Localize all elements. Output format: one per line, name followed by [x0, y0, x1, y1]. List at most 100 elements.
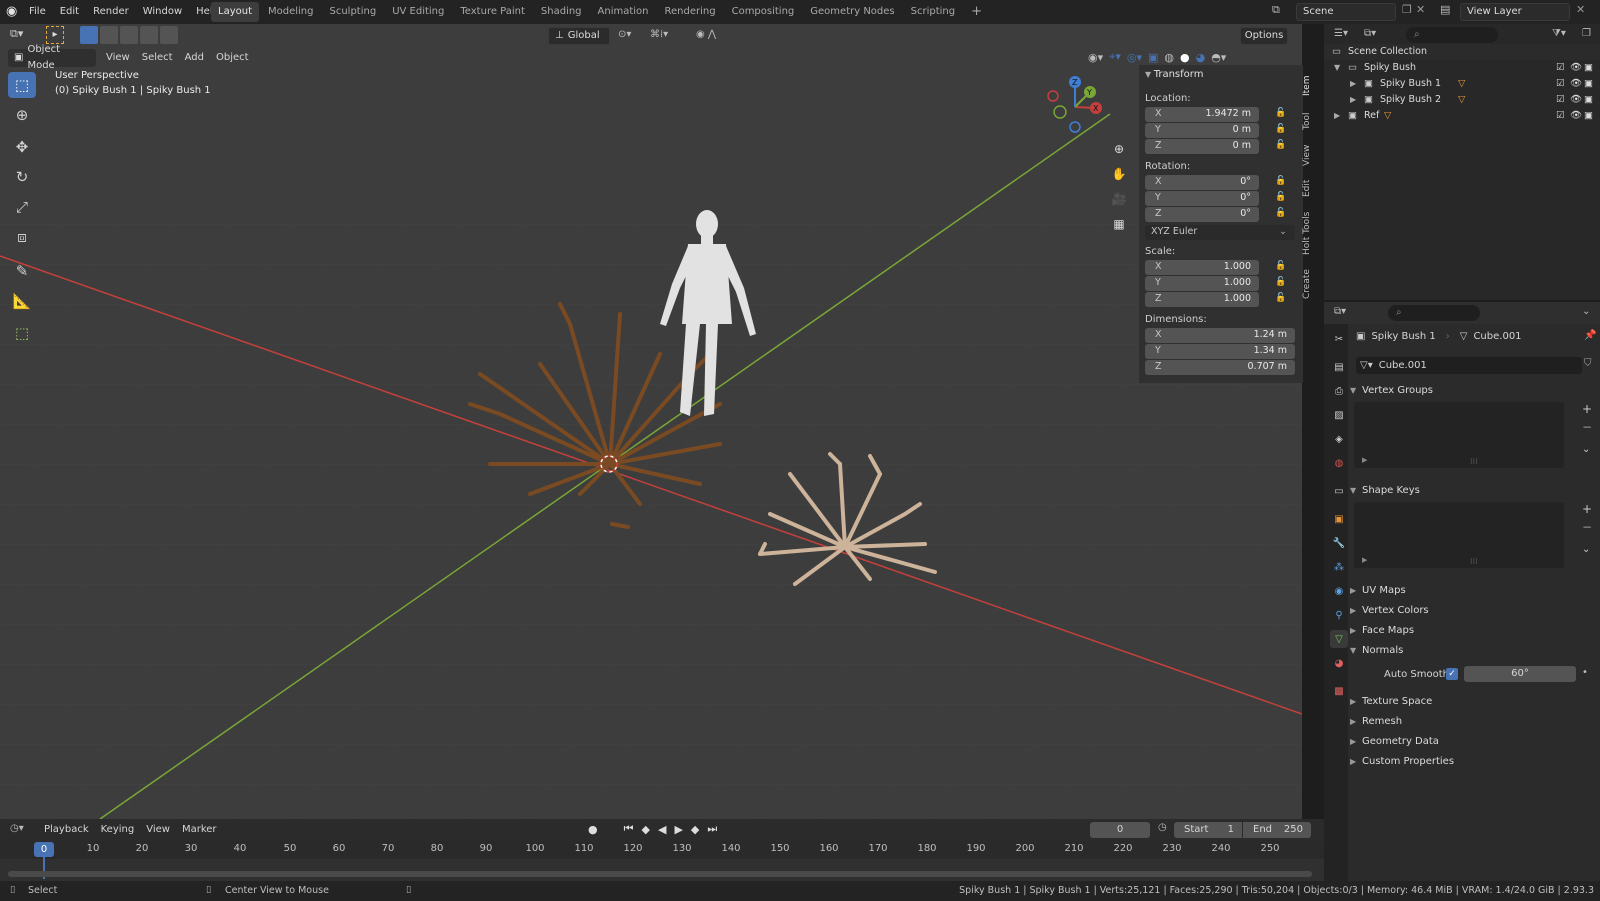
checkbox-icon[interactable]: ☑: [1556, 92, 1565, 108]
select-invert-icon[interactable]: [140, 26, 158, 44]
xray-icon[interactable]: ▣: [1148, 51, 1158, 64]
checkbox-icon[interactable]: ☑: [1556, 76, 1565, 92]
fake-user-shield-icon[interactable]: ⛉: [1584, 358, 1592, 369]
shape-keys-list[interactable]: ▶ ⁝⁝⁝: [1354, 502, 1564, 568]
scale-y-field[interactable]: Y 1.000: [1145, 276, 1259, 291]
viewport-menu-select[interactable]: Select: [136, 49, 179, 67]
wireframe-shading-icon[interactable]: ◍: [1164, 51, 1174, 64]
cursor-tool-icon[interactable]: ⊕: [8, 102, 36, 128]
sidebar-tab-create[interactable]: Create: [1302, 266, 1318, 302]
play-icon[interactable]: ▶: [674, 823, 682, 836]
editor-type-icon[interactable]: ◷▾: [10, 823, 24, 834]
rotation-z-field[interactable]: Z 0°: [1145, 207, 1259, 222]
measure-tool-icon[interactable]: 📐: [8, 288, 36, 314]
remove-vertex-group-button[interactable]: −: [1582, 420, 1592, 434]
scene-name-field[interactable]: Scene: [1296, 3, 1396, 21]
navigation-gizmo[interactable]: X Y Z: [1040, 72, 1110, 142]
expand-arrow-icon[interactable]: ▶: [1362, 556, 1367, 564]
output-tab-icon[interactable]: ⎙: [1330, 382, 1348, 400]
display-mode-icon[interactable]: ⧉▾: [1364, 28, 1376, 39]
mesh-data-icon[interactable]: ▽: [1458, 76, 1465, 92]
viewport-menu-add[interactable]: Add: [179, 49, 210, 67]
3d-viewport[interactable]: ⧉▾ ▸ ⊥ Global ⊙▾ ⌘⁞▾ ◉ ⋀ Options ▣ Object …: [0, 24, 1302, 819]
overlay-toggle-icon[interactable]: ◎▾: [1127, 51, 1142, 64]
lock-icon[interactable]: 🔓: [1275, 277, 1287, 289]
timeline-menu-view[interactable]: View: [140, 821, 176, 839]
mesh-data-icon[interactable]: ▽: [1458, 92, 1465, 108]
scale-z-field[interactable]: Z 1.000: [1145, 292, 1259, 307]
section-custom-properties[interactable]: ▶ Custom Properties: [1350, 753, 1600, 771]
menu-render[interactable]: Render: [86, 0, 136, 24]
eye-icon[interactable]: 👁: [1570, 92, 1582, 108]
remove-shape-key-button[interactable]: −: [1582, 520, 1592, 534]
timeline-area[interactable]: 0 10 20 30 40 50 60 70 80 90 100 110 120…: [0, 841, 1324, 881]
start-frame-field[interactable]: Start 1: [1174, 822, 1242, 838]
lock-icon[interactable]: 🔓: [1275, 140, 1287, 152]
ortho-grid-icon[interactable]: ▦: [1108, 213, 1130, 235]
add-vertex-group-button[interactable]: +: [1582, 402, 1592, 416]
menu-edit[interactable]: Edit: [53, 0, 86, 24]
constraints-tab-icon[interactable]: ⚲: [1330, 606, 1348, 624]
texture-tab-icon[interactable]: ▩: [1330, 682, 1348, 700]
expand-arrow-icon[interactable]: ▶: [1350, 92, 1356, 108]
add-workspace-button[interactable]: +: [964, 2, 989, 22]
expand-arrow-icon[interactable]: ▼: [1334, 60, 1340, 76]
section-geometry-data[interactable]: ▶ Geometry Data: [1350, 733, 1600, 751]
location-z-field[interactable]: Z0 m: [1145, 139, 1259, 154]
tab-modeling[interactable]: Modeling: [261, 2, 321, 22]
sidebar-tab-edit[interactable]: Edit: [1302, 176, 1318, 200]
render-tab-icon[interactable]: ▤: [1330, 358, 1348, 376]
scene-tab-icon[interactable]: ◈: [1330, 430, 1348, 448]
jump-start-icon[interactable]: ⏮: [624, 822, 634, 836]
eye-icon[interactable]: 👁: [1570, 108, 1582, 124]
section-texture-space[interactable]: ▶ Texture Space: [1350, 693, 1600, 711]
pan-hand-icon[interactable]: ✋: [1108, 163, 1130, 185]
tab-geometry-nodes[interactable]: Geometry Nodes: [803, 2, 901, 22]
scene-selector-icon[interactable]: ⧉: [1272, 3, 1280, 17]
camera-icon[interactable]: ▣: [1584, 76, 1593, 92]
outliner-row[interactable]: ▼ ▭ Spiky Bush ☑ 👁 ▣: [1324, 60, 1600, 76]
tab-uv-editing[interactable]: UV Editing: [385, 2, 451, 22]
viewport-menu-view[interactable]: View: [100, 49, 136, 67]
select-box-tool-icon[interactable]: ⬚: [8, 72, 36, 98]
location-y-field[interactable]: Y0 m: [1145, 123, 1259, 138]
eye-icon[interactable]: 👁: [1570, 76, 1582, 92]
end-frame-field[interactable]: End 250: [1243, 822, 1311, 838]
camera-icon[interactable]: ▣: [1584, 92, 1593, 108]
camera-icon[interactable]: ▣: [1584, 60, 1593, 76]
annotate-tool-icon[interactable]: ✎: [8, 258, 36, 284]
tab-texture-paint[interactable]: Texture Paint: [453, 2, 532, 22]
pivot-icon[interactable]: ⊙▾: [618, 29, 631, 40]
tab-sculpting[interactable]: Sculpting: [323, 2, 384, 22]
tab-scripting[interactable]: Scripting: [904, 2, 962, 22]
new-collection-icon[interactable]: ❐: [1582, 28, 1591, 39]
mesh-datablock-field[interactable]: ▽▾ Cube.001: [1356, 357, 1582, 374]
section-face-maps[interactable]: ▶ Face Maps: [1350, 622, 1600, 640]
jump-end-icon[interactable]: ⏭: [707, 822, 717, 836]
chevron-down-icon[interactable]: ⌄: [1582, 544, 1590, 555]
properties-search-input[interactable]: ⌕: [1388, 305, 1480, 321]
editor-type-icon[interactable]: ⧉▾: [10, 27, 23, 41]
outliner-row[interactable]: ▶ ▣ Ref ▽ ☑ 👁 ▣: [1324, 108, 1600, 124]
tool-tab-icon[interactable]: ✂: [1330, 330, 1348, 348]
dimensions-y-field[interactable]: Y 1.34 m: [1145, 344, 1295, 359]
camera-view-icon[interactable]: 🎥: [1108, 188, 1130, 210]
timeline-menu-playback[interactable]: Playback: [38, 821, 95, 839]
rendered-shading-icon[interactable]: ◓▾: [1211, 51, 1226, 64]
outliner-search-input[interactable]: ⌕: [1406, 27, 1498, 43]
sidebar-tab-holt-tools[interactable]: Holt Tools: [1302, 208, 1318, 258]
frame-ruler[interactable]: 0 10 20 30 40 50 60 70 80 90 100 110 120…: [0, 841, 1324, 859]
playhead-label[interactable]: 0: [34, 842, 54, 857]
lock-icon[interactable]: 🔓: [1275, 108, 1287, 120]
snap-icon[interactable]: ⌘⁞▾: [650, 29, 668, 40]
select-intersect-icon[interactable]: [160, 26, 178, 44]
expand-arrow-icon[interactable]: ▶: [1334, 108, 1340, 124]
rotation-y-field[interactable]: Y 0°: [1145, 191, 1259, 206]
object-tab-icon[interactable]: ▣: [1330, 510, 1348, 528]
collection-tab-icon[interactable]: ▭: [1330, 482, 1348, 500]
auto-smooth-angle-field[interactable]: 60°: [1464, 666, 1576, 682]
material-tab-icon[interactable]: ◕: [1330, 654, 1348, 672]
outliner-row[interactable]: ▭ Scene Collection: [1324, 44, 1600, 60]
section-shape-keys[interactable]: ▼ Shape Keys: [1350, 482, 1600, 500]
lock-icon[interactable]: 🔓: [1275, 293, 1287, 305]
